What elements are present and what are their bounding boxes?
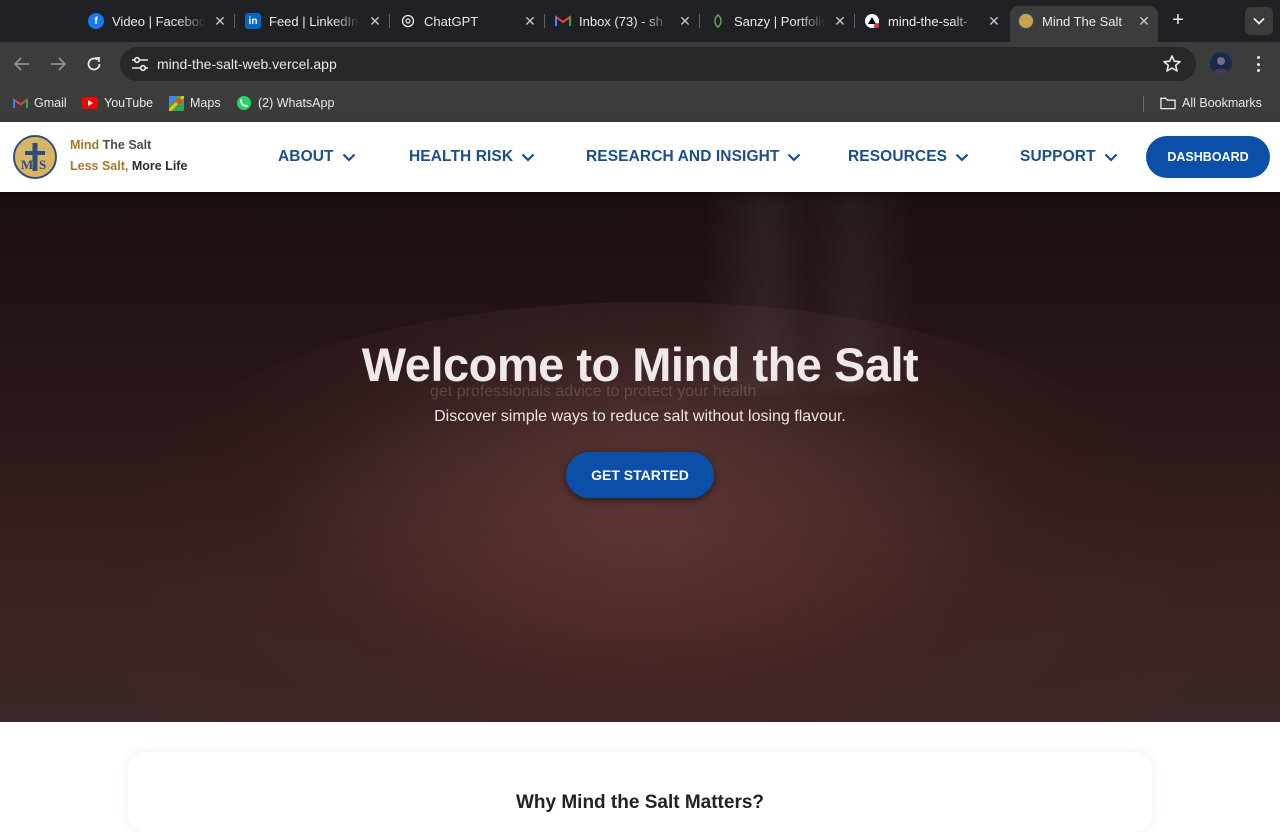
why-section-card: Why Mind the Salt Matters? (128, 752, 1152, 832)
browser-menu-button[interactable] (1250, 54, 1266, 74)
tab-separator (544, 14, 545, 28)
vercel-icon (864, 13, 880, 29)
svg-text:S: S (39, 157, 46, 172)
tab-vercel[interactable]: mind-the-salt- ✕ (864, 6, 1002, 36)
nav-about[interactable]: ABOUT (278, 148, 356, 166)
all-bookmarks-button[interactable]: All Bookmarks (1160, 95, 1262, 111)
chevron-down-icon (1104, 153, 1117, 162)
hero-subtitle: Discover simple ways to reduce salt with… (434, 408, 846, 425)
close-tab-icon[interactable]: ✕ (986, 13, 1002, 30)
bookmarks-divider (1143, 96, 1144, 112)
nav-research-and-insight[interactable]: RESEARCH AND INSIGHT (586, 148, 801, 166)
brand-name: Mind The Salt (70, 138, 152, 152)
get-started-button[interactable]: GET STARTED (566, 452, 714, 498)
nav-support[interactable]: SUPPORT (1020, 148, 1118, 166)
bookmark-star-icon[interactable] (1162, 54, 1182, 74)
bookmark-label: Gmail (34, 96, 67, 110)
bookmark-label: All Bookmarks (1182, 96, 1262, 110)
address-bar[interactable]: mind-the-salt-web.vercel.app (120, 47, 1196, 81)
browser-tab-strip: f Video | Facebook ✕ in Feed | LinkedIn … (0, 0, 1280, 42)
tab-gmail[interactable]: Inbox (73) - sh ✕ (555, 6, 693, 36)
site-info-icon[interactable] (128, 52, 152, 76)
nav-label: RESOURCES (848, 148, 948, 165)
tab-chatgpt[interactable]: ChatGPT ✕ (400, 6, 538, 36)
close-tab-icon[interactable]: ✕ (367, 13, 383, 30)
reload-button[interactable] (82, 52, 106, 76)
nav-resources[interactable]: RESOURCES (848, 148, 969, 166)
back-button[interactable] (10, 52, 34, 76)
youtube-icon (82, 95, 98, 111)
close-tab-icon[interactable]: ✕ (677, 13, 693, 30)
chevron-down-icon (342, 153, 355, 162)
tab-title: ChatGPT (424, 13, 479, 29)
tab-title: Video | Facebook (112, 13, 206, 29)
facebook-icon: f (88, 13, 104, 29)
folder-icon (1160, 95, 1176, 111)
new-tab-button[interactable]: + (1166, 9, 1190, 33)
gmail-icon (555, 13, 571, 29)
tab-title: Inbox (73) - sh (579, 13, 663, 29)
leaf-icon (710, 13, 726, 29)
site-header: M S Mind The Salt Less Salt, More Life A… (0, 122, 1280, 192)
browser-toolbar: mind-the-salt-web.vercel.app (0, 42, 1280, 86)
bookmarks-bar: Gmail YouTube Maps (2) WhatsApp All Book… (0, 86, 1280, 122)
section-title: Why Mind the Salt Matters? (515, 792, 765, 813)
chevron-down-icon (788, 153, 801, 162)
tab-separator (389, 14, 390, 28)
tab-title: Mind The Salt (1042, 13, 1122, 29)
close-tab-icon[interactable]: ✕ (832, 13, 848, 30)
bookmark-maps[interactable]: Maps (168, 95, 221, 111)
nav-health-risk[interactable]: HEALTH RISK (409, 148, 535, 166)
tab-search-button[interactable] (1245, 7, 1273, 35)
bookmark-gmail[interactable]: Gmail (12, 95, 67, 111)
site-logo[interactable]: M S (13, 135, 57, 179)
close-tab-icon[interactable]: ✕ (212, 13, 228, 30)
brand-tagline: Less Salt, More Life (70, 159, 188, 173)
chevron-down-icon (521, 153, 535, 162)
tab-facebook[interactable]: f Video | Facebook ✕ (88, 6, 228, 36)
tab-mind-the-salt[interactable]: Mind The Salt ✕ (1010, 6, 1158, 42)
chatgpt-icon (400, 13, 416, 29)
whatsapp-icon (236, 95, 252, 111)
bookmark-whatsapp[interactable]: (2) WhatsApp (236, 95, 334, 111)
close-tab-icon[interactable]: ✕ (522, 13, 538, 30)
linkedin-icon: in (245, 13, 261, 29)
hero-section: Welcome to Mind the Salt get professiona… (0, 192, 1280, 722)
tab-title: mind-the-salt- (888, 13, 968, 29)
gmail-icon (12, 95, 28, 111)
bookmark-label: YouTube (104, 96, 154, 110)
tab-title: Sanzy | Portfolio (734, 13, 826, 29)
nav-label: RESEARCH AND INSIGHT (586, 148, 780, 165)
arrow-left-icon (14, 57, 29, 71)
tab-title: Feed | LinkedIn (269, 13, 359, 29)
tab-separator (234, 14, 235, 28)
nav-label: ABOUT (278, 148, 334, 165)
dashboard-button[interactable]: DASHBOARD (1146, 136, 1270, 178)
nav-label: HEALTH RISK (409, 148, 514, 165)
forward-button[interactable] (46, 52, 70, 76)
bookmark-label: Maps (190, 96, 221, 110)
bookmark-youtube[interactable]: YouTube (82, 95, 153, 111)
site-logo-icon (1018, 13, 1034, 29)
chevron-down-icon (1253, 17, 1265, 25)
hero-ghost-text: get professionals advice to protect your… (430, 383, 757, 400)
url-text: mind-the-salt-web.vercel.app (157, 56, 337, 72)
profile-avatar[interactable] (1210, 52, 1232, 74)
tab-linkedin[interactable]: in Feed | LinkedIn ✕ (245, 6, 383, 36)
reload-icon (87, 57, 101, 71)
arrow-right-icon (51, 57, 66, 71)
maps-icon (168, 95, 184, 111)
svg-text:M: M (21, 157, 33, 172)
chevron-down-icon (955, 153, 969, 162)
tab-portfolio[interactable]: Sanzy | Portfolio ✕ (710, 6, 848, 36)
tab-separator (854, 14, 855, 28)
nav-label: SUPPORT (1020, 148, 1096, 165)
close-tab-icon[interactable]: ✕ (1136, 13, 1152, 30)
bookmark-label: (2) WhatsApp (258, 96, 335, 110)
tab-separator (699, 14, 700, 28)
